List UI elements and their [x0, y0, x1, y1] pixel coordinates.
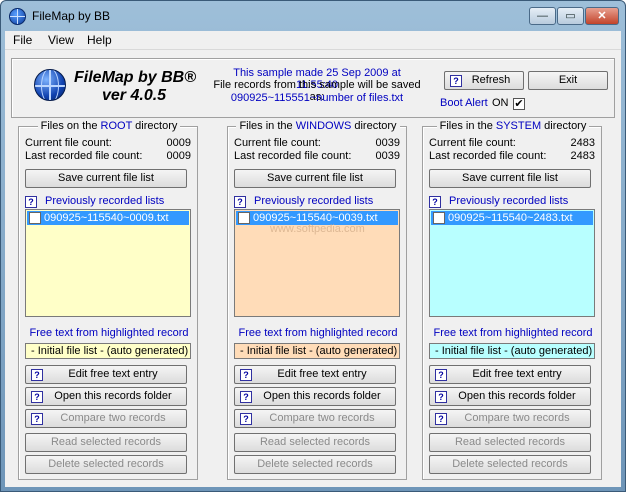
panel-system: Files in the SYSTEM directory Current fi…: [422, 120, 602, 480]
panel-root: Files on the ROOT directory Current file…: [18, 120, 198, 480]
current-count-value: 0009: [166, 137, 191, 149]
help-icon[interactable]: ?: [429, 196, 441, 208]
edit-free-text-button[interactable]: ? Edit free text entry: [25, 365, 187, 384]
read-records-button[interactable]: Read selected records: [429, 433, 591, 452]
free-text-field[interactable]: - Initial file list - (auto generated): [234, 343, 400, 359]
close-button[interactable]: ✕: [585, 7, 619, 25]
delete-records-button[interactable]: Delete selected records: [429, 455, 591, 474]
menu-file[interactable]: File: [13, 33, 32, 47]
list-item[interactable]: 090925~115540~2483.txt: [431, 211, 593, 225]
edit-free-text-button[interactable]: ? Edit free text entry: [429, 365, 591, 384]
maximize-button[interactable]: ▭: [557, 7, 584, 25]
open-folder-button[interactable]: ? Open this records folder: [429, 387, 591, 406]
current-count-label: Current file count:: [429, 137, 516, 149]
edit-free-text-button[interactable]: ? Edit free text entry: [234, 365, 396, 384]
last-count-label: Last recorded file count:: [429, 150, 547, 162]
logo-version: ver 4.0.5: [102, 87, 167, 104]
menu-help[interactable]: Help: [87, 33, 112, 47]
current-count-value: 2483: [570, 137, 595, 149]
open-folder-button[interactable]: ? Open this records folder: [25, 387, 187, 406]
softpedia-watermark: www.softpedia.com: [270, 223, 365, 235]
last-count-label: Last recorded file count:: [234, 150, 352, 162]
current-count-label: Current file count:: [234, 137, 321, 149]
free-text-label: Free text from highlighted record: [238, 327, 398, 339]
help-icon[interactable]: ?: [435, 369, 447, 381]
help-icon[interactable]: ?: [31, 369, 43, 381]
panel-title: Files in the SYSTEM directory: [423, 120, 603, 132]
globe-logo-icon: [34, 69, 66, 101]
save-file-list-button[interactable]: Save current file list: [25, 169, 187, 188]
menu-bar: File View Help: [5, 31, 621, 49]
app-window: FileMap by BB — ▭ ✕ File View Help FileM…: [0, 0, 626, 492]
records-listbox[interactable]: 090925~115540~0009.txt: [25, 209, 191, 317]
help-icon[interactable]: ?: [25, 196, 37, 208]
help-icon[interactable]: ?: [450, 75, 462, 87]
help-icon[interactable]: ?: [435, 391, 447, 403]
free-text-field[interactable]: - Initial file list - (auto generated): [429, 343, 595, 359]
help-icon[interactable]: ?: [240, 391, 252, 403]
free-text-field[interactable]: - Initial file list - (auto generated): [25, 343, 191, 359]
help-icon[interactable]: ?: [435, 413, 447, 425]
delete-records-button[interactable]: Delete selected records: [25, 455, 187, 474]
sample-filename: 090925~115551~number of files.txt: [230, 92, 404, 104]
help-icon[interactable]: ?: [31, 413, 43, 425]
help-icon[interactable]: ?: [234, 196, 246, 208]
menu-view[interactable]: View: [48, 33, 74, 47]
exit-button[interactable]: Exit: [528, 71, 608, 90]
title-bar[interactable]: FileMap by BB — ▭ ✕: [1, 1, 625, 31]
read-records-button[interactable]: Read selected records: [234, 433, 396, 452]
client-area: FileMap by BB® ver 4.0.5 This sample mad…: [5, 49, 621, 487]
panel-title: Files on the ROOT directory: [19, 120, 199, 132]
free-text-label: Free text from highlighted record: [433, 327, 593, 339]
list-item[interactable]: 090925~115540~0009.txt: [27, 211, 189, 225]
header-box: FileMap by BB® ver 4.0.5 This sample mad…: [11, 58, 615, 118]
help-icon[interactable]: ?: [31, 391, 43, 403]
last-count-value: 2483: [570, 150, 595, 162]
save-file-list-button[interactable]: Save current file list: [234, 169, 396, 188]
help-icon[interactable]: ?: [240, 369, 252, 381]
last-count-value: 0039: [375, 150, 400, 162]
globe-icon: [9, 8, 26, 25]
boot-alert-state: ON: [492, 97, 509, 109]
last-count-value: 0009: [166, 150, 191, 162]
read-records-button[interactable]: Read selected records: [25, 433, 187, 452]
last-count-label: Last recorded file count:: [25, 150, 143, 162]
refresh-label: Refresh: [471, 74, 511, 86]
minimize-button[interactable]: —: [529, 7, 556, 25]
delete-records-button[interactable]: Delete selected records: [234, 455, 396, 474]
panel-windows: Files in the WINDOWS directory Current f…: [227, 120, 407, 480]
record-checkbox[interactable]: [29, 212, 41, 224]
refresh-button[interactable]: ? Refresh: [444, 71, 524, 90]
window-title: FileMap by BB: [32, 9, 111, 23]
records-listbox[interactable]: 090925~115540~2483.txt: [429, 209, 595, 317]
boot-alert-checkbox[interactable]: ✔: [513, 98, 525, 110]
panel-title: Files in the WINDOWS directory: [228, 120, 408, 132]
current-count-label: Current file count:: [25, 137, 112, 149]
record-checkbox[interactable]: [433, 212, 445, 224]
compare-records-button[interactable]: ? Compare two records: [25, 409, 187, 428]
boot-alert-label: Boot Alert: [440, 97, 488, 109]
compare-records-button[interactable]: ? Compare two records: [429, 409, 591, 428]
open-folder-button[interactable]: ? Open this records folder: [234, 387, 396, 406]
logo-title: FileMap by BB®: [74, 69, 197, 86]
record-checkbox[interactable]: [238, 212, 250, 224]
current-count-value: 0039: [375, 137, 400, 149]
compare-records-button[interactable]: ? Compare two records: [234, 409, 396, 428]
save-file-list-button[interactable]: Save current file list: [429, 169, 591, 188]
help-icon[interactable]: ?: [240, 413, 252, 425]
free-text-label: Free text from highlighted record: [29, 327, 189, 339]
